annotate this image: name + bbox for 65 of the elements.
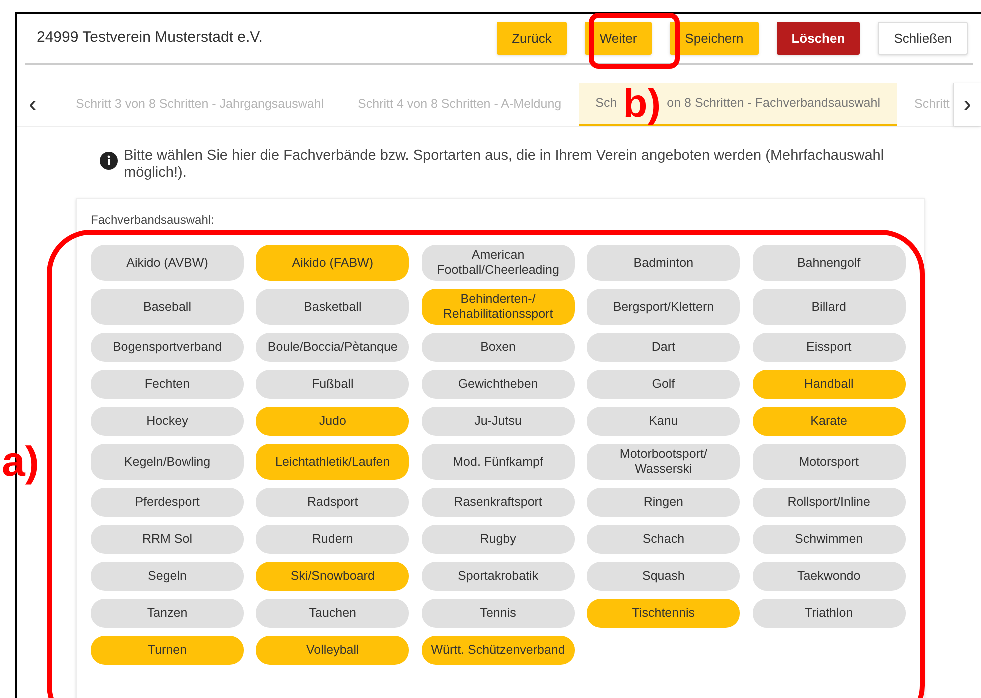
sport-chip[interactable]: Billard — [752, 289, 906, 325]
sport-chip[interactable]: Bogensportverband — [91, 333, 244, 362]
toolbar-button[interactable]: Löschen — [776, 22, 860, 55]
sport-chip[interactable]: RRM Sol — [91, 525, 244, 554]
previous-button[interactable]: ‹ — [17, 83, 49, 126]
sport-chip[interactable]: Judo — [256, 407, 410, 436]
sport-chip[interactable]: Bergsport/Klettern — [587, 289, 740, 325]
sport-chip[interactable]: Taekwondo — [752, 562, 906, 591]
sport-chip[interactable]: Bahnengolf — [752, 245, 906, 281]
info-icon — [100, 152, 118, 170]
sport-chip[interactable]: Gewichtheben — [422, 370, 575, 399]
sport-chip[interactable]: Ju-Jutsu — [422, 407, 575, 436]
sport-chip[interactable]: Ringen — [587, 488, 740, 517]
sport-chip[interactable]: Karate — [752, 407, 906, 436]
sport-chip[interactable]: Eissport — [752, 333, 906, 362]
sport-chip[interactable]: Rollsport/Inline — [752, 488, 906, 517]
app-title: 24999 Testverein Musterstadt e.V. — [37, 28, 263, 48]
sport-chip[interactable]: Boxen — [422, 333, 575, 362]
sport-chip[interactable]: Tischtennis — [587, 599, 740, 628]
sport-chip[interactable]: Boule/Boccia/Pètanque — [256, 333, 410, 362]
field-label: Fachverbandsauswahl: — [91, 212, 216, 229]
sport-chip[interactable]: Basketball — [256, 289, 410, 325]
sport-chip[interactable]: Handball — [752, 370, 906, 399]
sport-chip[interactable]: Turnen — [91, 636, 244, 665]
sport-chip[interactable]: Tauchen — [256, 599, 410, 628]
sport-chip[interactable]: Pferdesport — [91, 488, 244, 517]
sport-chip[interactable]: Radsport — [256, 488, 410, 517]
sport-chip[interactable]: Leichtathletik/Laufen — [256, 444, 410, 480]
sport-chip[interactable]: Ski/Snowboard — [256, 562, 410, 591]
toolbar-button[interactable]: Weiter — [584, 22, 652, 55]
sport-chip[interactable]: Squash — [587, 562, 740, 591]
sport-chip[interactable]: Baseball — [91, 289, 244, 325]
toolbar-button[interactable]: Zurück — [497, 22, 567, 55]
sport-chip[interactable]: Kanu — [587, 407, 740, 436]
sport-chip[interactable]: Mod. Fünfkampf — [422, 444, 575, 480]
sport-chip[interactable]: Tennis — [422, 599, 575, 628]
sport-chip[interactable]: Triathlon — [752, 599, 906, 628]
annotation-label: b) — [622, 84, 662, 124]
sport-chip[interactable]: Tanzen — [91, 599, 244, 628]
sport-chip[interactable]: Badminton — [587, 245, 740, 281]
sport-chip[interactable]: Aikido (AVBW) — [91, 245, 244, 281]
sport-chip[interactable]: Schach — [587, 525, 740, 554]
sport-chip[interactable]: Aikido (FABW) — [256, 245, 410, 281]
sport-chip[interactable]: Rasenkraftsport — [422, 488, 575, 517]
sport-chip[interactable]: Volleyball — [256, 636, 410, 665]
sport-chip[interactable]: Motorbootsport/ Wasserski — [587, 444, 740, 480]
sport-chip[interactable]: Motorsport — [752, 444, 906, 480]
sport-chip[interactable]: Behinderten-/ Rehabilitationssport — [422, 289, 575, 325]
info-text: Bitte wählen Sie hier die Fachverbände bzw. Sportarten aus, die in Ihrem Verein angeboten werden (Mehrfachauswahl möglich!). — [124, 148, 886, 182]
sport-chip[interactable]: Golf — [587, 370, 740, 399]
sport-chip[interactable]: Württ. Schützenverband — [422, 636, 575, 665]
sport-chip[interactable]: Hockey — [91, 407, 244, 436]
sport-chip[interactable]: Schwimmen — [752, 525, 906, 554]
sport-chip[interactable]: Fechten — [91, 370, 244, 399]
sport-chip[interactable]: Sportakrobatik — [422, 562, 575, 591]
sport-chip[interactable]: American Football/Cheerleading — [422, 245, 575, 281]
sport-chip[interactable]: Rugby — [422, 525, 575, 554]
toolbar-button[interactable]: Schließen — [878, 22, 968, 55]
toolbar-button[interactable]: Speichern — [670, 22, 759, 55]
next-button[interactable]: › — [953, 83, 981, 126]
sport-chip[interactable]: Dart — [587, 333, 740, 362]
sport-chip[interactable]: Kegeln/Bowling — [91, 444, 244, 480]
sport-chip[interactable]: Rudern — [256, 525, 410, 554]
sport-chip[interactable]: Fußball — [256, 370, 410, 399]
sport-chip[interactable]: Segeln — [91, 562, 244, 591]
